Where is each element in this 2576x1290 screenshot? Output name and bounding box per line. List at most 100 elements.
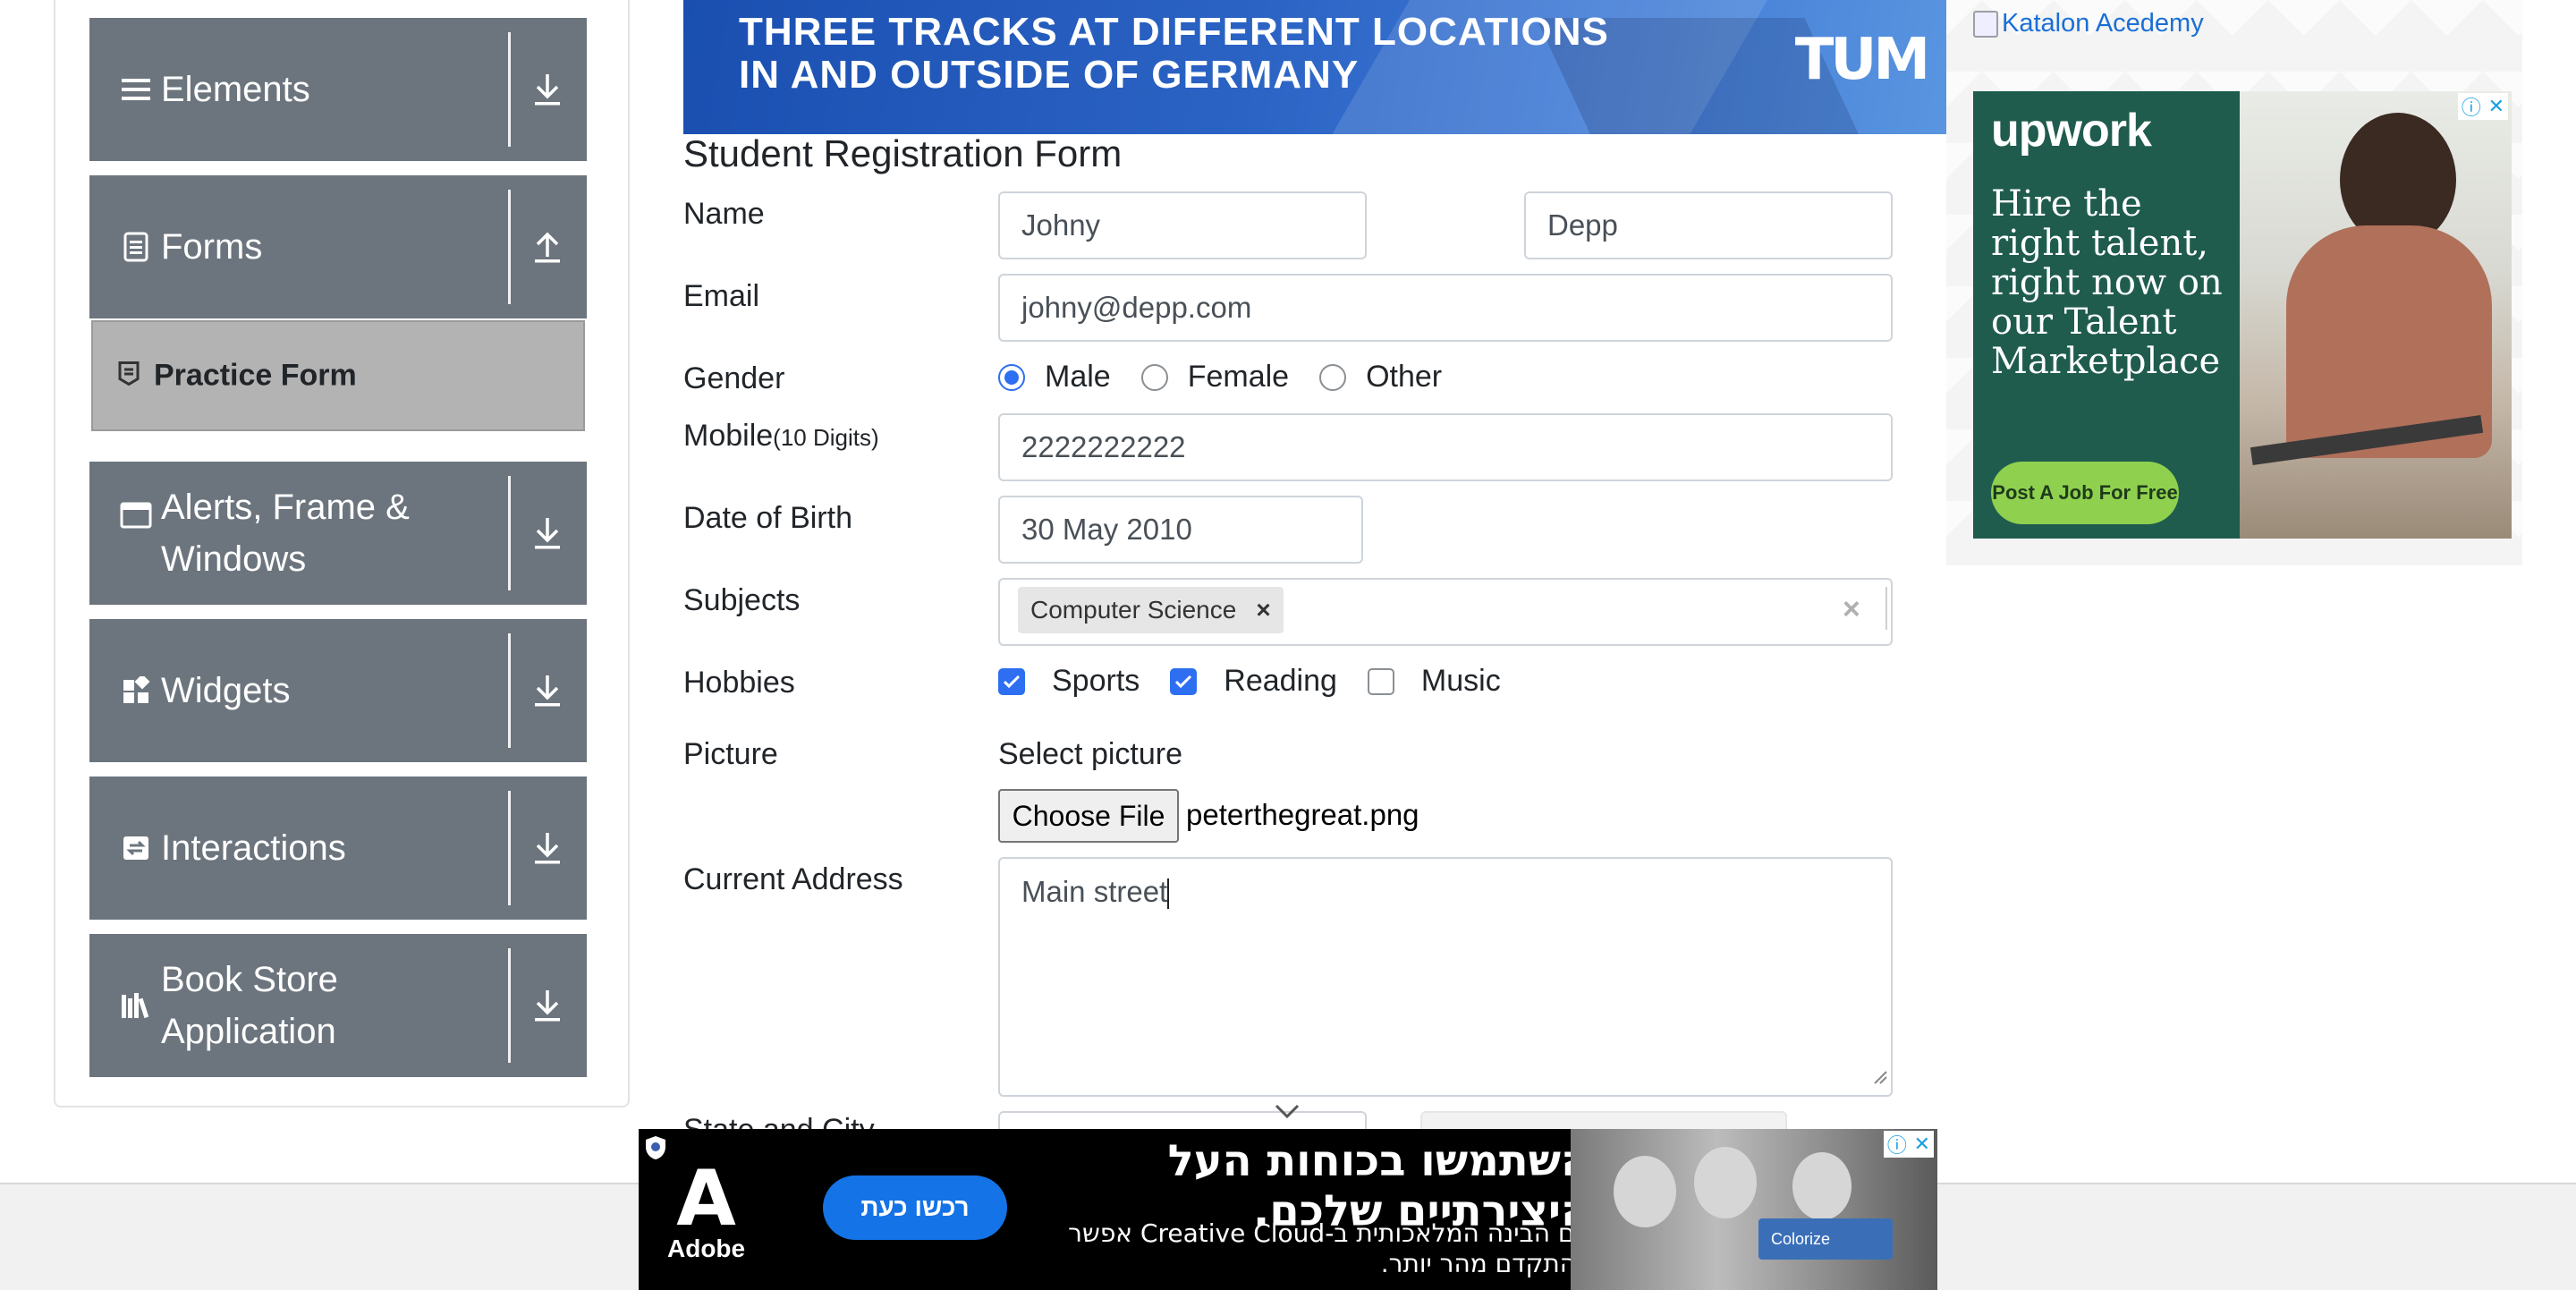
top-banner-ad[interactable]: THREE TRACKS AT DIFFERENT LOCATIONS IN A… <box>683 0 1946 134</box>
ad-photo-person <box>1694 1147 1757 1218</box>
sidebar-group-forms[interactable]: Forms <box>89 175 587 318</box>
adobe-logo: A Adobe <box>667 1154 745 1263</box>
sidebar-group-widgets[interactable]: Widgets <box>89 619 587 762</box>
divider <box>508 32 511 147</box>
close-icon[interactable]: ✕ <box>1914 1133 1930 1156</box>
download-arrow-icon[interactable] <box>521 664 574 717</box>
colorize-label: Colorize <box>1771 1229 1831 1248</box>
address-label: Current Address <box>683 862 903 896</box>
sidebar-item-practice-form[interactable]: Practice Form <box>91 320 585 431</box>
window-icon <box>120 499 152 531</box>
mobile-input[interactable]: 2222222222 <box>998 413 1893 481</box>
close-icon[interactable]: ✕ <box>2488 95 2504 118</box>
post-job-button[interactable]: Post A Job For Free <box>1991 462 2179 524</box>
download-arrow-icon[interactable] <box>521 506 574 560</box>
checkbox-label: Reading <box>1224 664 1337 698</box>
gender-radio-group: Male Female Other <box>998 360 1472 395</box>
divider <box>508 633 511 748</box>
upwork-ad[interactable]: upwork Hire the right talent, right now … <box>1973 91 2512 539</box>
upload-arrow-icon[interactable] <box>521 220 574 274</box>
gender-female-option[interactable]: Female <box>1140 360 1290 395</box>
dob-input[interactable]: 30 May 2010 <box>998 496 1363 564</box>
tum-logo: TUM <box>1794 27 1930 93</box>
hobby-sports-option[interactable]: Sports <box>998 664 1140 699</box>
buy-now-button[interactable]: רכשו כעת <box>823 1175 1007 1240</box>
download-arrow-icon[interactable] <box>521 63 574 116</box>
shield-icon <box>646 1136 665 1159</box>
first-name-input[interactable]: Johny <box>998 191 1367 259</box>
gender-other-option[interactable]: Other <box>1319 360 1442 395</box>
adchoices-icon[interactable]: ⓘ <box>1887 1130 1907 1158</box>
download-arrow-icon[interactable] <box>521 979 574 1032</box>
sidebar-group-elements[interactable]: Elements <box>89 18 587 161</box>
clear-icon[interactable]: × <box>1843 592 1860 627</box>
divider <box>508 791 511 905</box>
sidebar-group-label: Widgets <box>161 671 291 710</box>
adchoices-icon[interactable]: ⓘ <box>2462 92 2481 121</box>
checkbox-label: Music <box>1420 664 1501 698</box>
radio-female[interactable] <box>1140 363 1168 391</box>
chip-remove-icon[interactable]: × <box>1256 596 1270 624</box>
divider <box>508 476 511 590</box>
radio-label: Female <box>1187 360 1290 394</box>
adobe-logo-mark: A <box>676 1154 736 1243</box>
checkbox-sports[interactable] <box>998 667 1025 695</box>
colorize-toggle[interactable]: Colorize <box>1758 1218 1893 1260</box>
radio-male[interactable] <box>998 363 1025 391</box>
widgets-icon <box>120 675 152 707</box>
checkbox-reading[interactable] <box>1170 667 1198 695</box>
checkbox-music[interactable] <box>1367 667 1394 695</box>
hobbies-checkbox-group: Sports Reading Music <box>998 664 1531 699</box>
select-separator <box>1885 587 1887 630</box>
hobby-reading-option[interactable]: Reading <box>1170 664 1337 699</box>
divider <box>508 948 511 1063</box>
gender-male-option[interactable]: Male <box>998 360 1111 395</box>
download-arrow-icon[interactable] <box>521 821 574 875</box>
last-name-input[interactable]: Depp <box>1524 191 1893 259</box>
selected-file-name: peterthegreat.png <box>1186 798 1419 831</box>
email-label: Email <box>683 279 760 313</box>
sidebar-group-interactions[interactable]: Interactions <box>89 777 587 920</box>
list-icon <box>120 73 152 106</box>
picture-label: Picture <box>683 737 778 771</box>
hobby-music-option[interactable]: Music <box>1367 664 1501 699</box>
banner-text: THREE TRACKS AT DIFFERENT LOCATIONS IN A… <box>739 11 1609 97</box>
upwork-headline: Hire the right talent, right now on our … <box>1991 183 2223 382</box>
ad-photo-person <box>1614 1156 1676 1227</box>
mobile-label-text: Mobile <box>683 419 774 453</box>
form-title: Student Registration Form <box>683 132 1123 174</box>
sidebar-group-label: Forms <box>161 227 263 267</box>
banner-line: IN AND OUTSIDE OF GERMANY <box>739 53 1360 97</box>
sidebar-group-book-store[interactable]: Book Store Application <box>89 934 587 1077</box>
chevron-down-icon[interactable] <box>1274 1102 1301 1125</box>
gender-label: Gender <box>683 361 785 395</box>
resize-handle-icon[interactable] <box>1871 1057 1887 1091</box>
form-icon <box>118 361 140 391</box>
divider <box>508 190 511 304</box>
dob-label: Date of Birth <box>683 501 852 535</box>
radio-other[interactable] <box>1319 363 1347 391</box>
adchoices-controls: ⓘ ✕ <box>1884 1131 1934 1158</box>
sidebar-group-alerts[interactable]: Alerts, Frame & Windows <box>89 462 587 605</box>
interactions-icon <box>120 832 152 864</box>
radio-label: Other <box>1366 360 1443 394</box>
bottom-adobe-ad[interactable]: A Adobe רכשו כעת השתמשו בכוחות העל היציר… <box>639 1129 1937 1290</box>
subject-chip: Computer Science × <box>1018 587 1284 633</box>
katalon-ad-link[interactable]: Katalon Acedemy <box>1973 9 2204 38</box>
current-address-textarea[interactable]: Main street <box>998 857 1893 1097</box>
upwork-logo: upwork <box>1991 105 2152 157</box>
subjects-label: Subjects <box>683 583 801 617</box>
mobile-label: Mobile(10 Digits) <box>683 419 879 454</box>
sidebar-item-label: Practice Form <box>154 358 357 393</box>
hobbies-label: Hobbies <box>683 666 795 700</box>
ad-photo-person <box>1792 1152 1852 1220</box>
text-cursor <box>1167 878 1170 910</box>
choose-file-button[interactable]: Choose File <box>998 789 1179 843</box>
address-text: Main street <box>1021 875 1168 908</box>
books-icon <box>120 989 152 1022</box>
name-label: Name <box>683 197 765 231</box>
katalon-alt-text: Katalon Acedemy <box>2002 9 2204 38</box>
sidebar-group-label: Book Store Application <box>161 960 338 1051</box>
email-input[interactable]: johny@depp.com <box>998 274 1893 342</box>
sidebar-group-label: Elements <box>161 70 310 109</box>
